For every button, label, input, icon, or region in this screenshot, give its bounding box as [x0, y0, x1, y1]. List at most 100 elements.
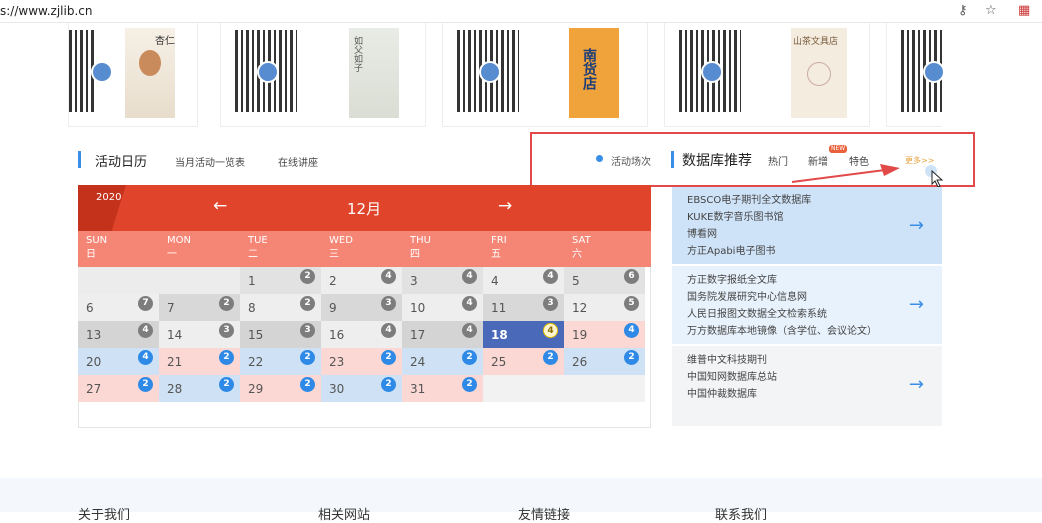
- database-group[interactable]: 方正数字报纸全文库 国务院发展研究中心信息网 人民日报图文数据全文检索系统 万方数据库…: [672, 266, 942, 344]
- database-link[interactable]: KUKE数字音乐图书馆: [687, 209, 811, 226]
- calendar-day[interactable]: 29 2: [240, 375, 321, 402]
- database-link[interactable]: 国务院发展研究中心信息网: [687, 289, 877, 306]
- calendar-empty-cell: [78, 267, 159, 294]
- event-count-badge: 2: [381, 377, 396, 392]
- book-cover[interactable]: 杏仁: [125, 28, 175, 118]
- calendar-day[interactable]: 21 2: [159, 348, 240, 375]
- database-link[interactable]: 博看网: [687, 226, 811, 243]
- new-badge: NEW: [829, 145, 848, 153]
- calendar-day[interactable]: 72: [159, 294, 240, 321]
- star-icon[interactable]: ☆: [985, 3, 997, 18]
- calendar-day[interactable]: 13 4: [78, 321, 159, 348]
- footer-related[interactable]: 相关网站: [318, 504, 370, 523]
- day-number: 1: [248, 274, 256, 288]
- mouse-cursor-icon: [931, 170, 944, 188]
- key-icon[interactable]: ⚷: [958, 3, 968, 18]
- calendar-day[interactable]: 17 4: [402, 321, 483, 348]
- calendar-day[interactable]: 31 2: [402, 375, 483, 402]
- weekday-en: FRI: [491, 235, 507, 246]
- section-marker: [671, 151, 674, 168]
- weekday-en: MON: [167, 235, 191, 246]
- calendar-day[interactable]: 30 2: [321, 375, 402, 402]
- database-link[interactable]: 人民日报图文数据全文检索系统: [687, 306, 877, 323]
- tab-month-list[interactable]: 当月活动一览表: [175, 154, 245, 169]
- day-number: 7: [167, 301, 175, 315]
- calendar-day[interactable]: 27 2: [78, 375, 159, 402]
- book-card[interactable]: 山茶文具店: [664, 23, 870, 127]
- database-group[interactable]: EBSCO电子期刊全文数据库 KUKE数字音乐图书馆 博看网 方正Apabi电子图书 …: [672, 187, 942, 264]
- calendar-day[interactable]: 26 2: [564, 348, 645, 375]
- event-count-badge: 3: [219, 323, 234, 338]
- event-count-badge: 6: [624, 269, 639, 284]
- footer-links[interactable]: 友情链接: [518, 504, 570, 523]
- calendar-day[interactable]: 20 4: [78, 348, 159, 375]
- calendar-month: 12月: [347, 200, 382, 218]
- day-number: 10: [410, 301, 426, 315]
- calendar-day[interactable]: 28 2: [159, 375, 240, 402]
- event-count-badge: 4: [462, 269, 477, 284]
- day-number: 22: [248, 355, 264, 369]
- calendar-day[interactable]: 19 4: [564, 321, 645, 348]
- weekday-label: WED 三: [329, 234, 353, 262]
- calendar-day[interactable]: 25 2: [483, 348, 564, 375]
- arrow-right-icon[interactable]: →: [909, 215, 924, 236]
- day-number: 8: [248, 301, 256, 315]
- event-count-badge: 3: [543, 296, 558, 311]
- calendar-day[interactable]: 16 4: [321, 321, 402, 348]
- weekday-cn: 三: [329, 249, 339, 260]
- calendar-day[interactable]: 14 3: [159, 321, 240, 348]
- calendar-day[interactable]: 12 5: [564, 294, 645, 321]
- calendar-day[interactable]: 23 2: [321, 348, 402, 375]
- calendar-day[interactable]: 18 4: [483, 321, 564, 348]
- calendar-day[interactable]: 24: [321, 267, 402, 294]
- tab-hot[interactable]: 热门: [768, 153, 788, 168]
- tab-online-lecture[interactable]: 在线讲座: [278, 154, 318, 169]
- database-group[interactable]: 维普中文科技期刊 中国知网数据库总站 中国仲裁数据库 →: [672, 346, 942, 426]
- book-title: 如父如子: [352, 36, 362, 72]
- prev-month-button[interactable]: ←: [213, 196, 227, 216]
- database-link[interactable]: 万方数据库本地镜像（含学位、会议论文）: [687, 323, 877, 340]
- database-title: 数据库推荐: [682, 153, 752, 169]
- calendar-day[interactable]: 67: [78, 294, 159, 321]
- event-count-badge: 4: [138, 323, 153, 338]
- book-card[interactable]: 如父如子: [220, 23, 426, 127]
- calendar-day[interactable]: 93: [321, 294, 402, 321]
- next-month-button[interactable]: →: [498, 196, 512, 216]
- book-cover[interactable]: 南货店: [569, 28, 619, 118]
- calendar-day[interactable]: 82: [240, 294, 321, 321]
- day-number: 2: [329, 274, 337, 288]
- weekday-label: TUE 二: [248, 234, 268, 262]
- calendar-day[interactable]: 56: [564, 267, 645, 294]
- book-card[interactable]: 杏仁: [68, 23, 198, 127]
- database-link[interactable]: 中国知网数据库总站: [687, 369, 777, 386]
- event-count-badge: 7: [138, 296, 153, 311]
- footer-contact[interactable]: 联系我们: [715, 504, 767, 523]
- address-bar[interactable]: s://www.zjlib.cn ⚷ ☆ ▦: [0, 0, 1042, 23]
- extension-icon[interactable]: ▦: [1018, 3, 1030, 18]
- url-text[interactable]: s://www.zjlib.cn: [0, 4, 92, 18]
- database-link[interactable]: 维普中文科技期刊: [687, 352, 777, 369]
- calendar-day[interactable]: 44: [483, 267, 564, 294]
- book-card[interactable]: 南货店: [442, 23, 648, 127]
- footer-about[interactable]: 关于我们: [78, 504, 130, 523]
- calendar-year: 2020: [96, 192, 122, 203]
- database-link[interactable]: 中国仲裁数据库: [687, 386, 777, 403]
- book-strip: 杏仁 如父如子 南货店 山茶文具店: [68, 23, 945, 128]
- calendar-day[interactable]: 11 3: [483, 294, 564, 321]
- book-cover[interactable]: 山茶文具店: [791, 28, 847, 118]
- database-link[interactable]: 方正数字报纸全文库: [687, 272, 877, 289]
- calendar-day[interactable]: 34: [402, 267, 483, 294]
- arrow-right-icon[interactable]: →: [909, 374, 924, 395]
- event-count-badge: 4: [138, 350, 153, 365]
- day-number: 17: [410, 328, 426, 342]
- database-link[interactable]: EBSCO电子期刊全文数据库: [687, 192, 811, 209]
- calendar-day[interactable]: 15 3: [240, 321, 321, 348]
- calendar-day[interactable]: 12: [240, 267, 321, 294]
- arrow-right-icon[interactable]: →: [909, 294, 924, 315]
- calendar-day[interactable]: 10 4: [402, 294, 483, 321]
- book-card[interactable]: [886, 23, 945, 127]
- database-link[interactable]: 方正Apabi电子图书: [687, 243, 811, 260]
- calendar-day[interactable]: 24 2: [402, 348, 483, 375]
- calendar-day[interactable]: 22 2: [240, 348, 321, 375]
- book-cover[interactable]: 如父如子: [349, 28, 399, 118]
